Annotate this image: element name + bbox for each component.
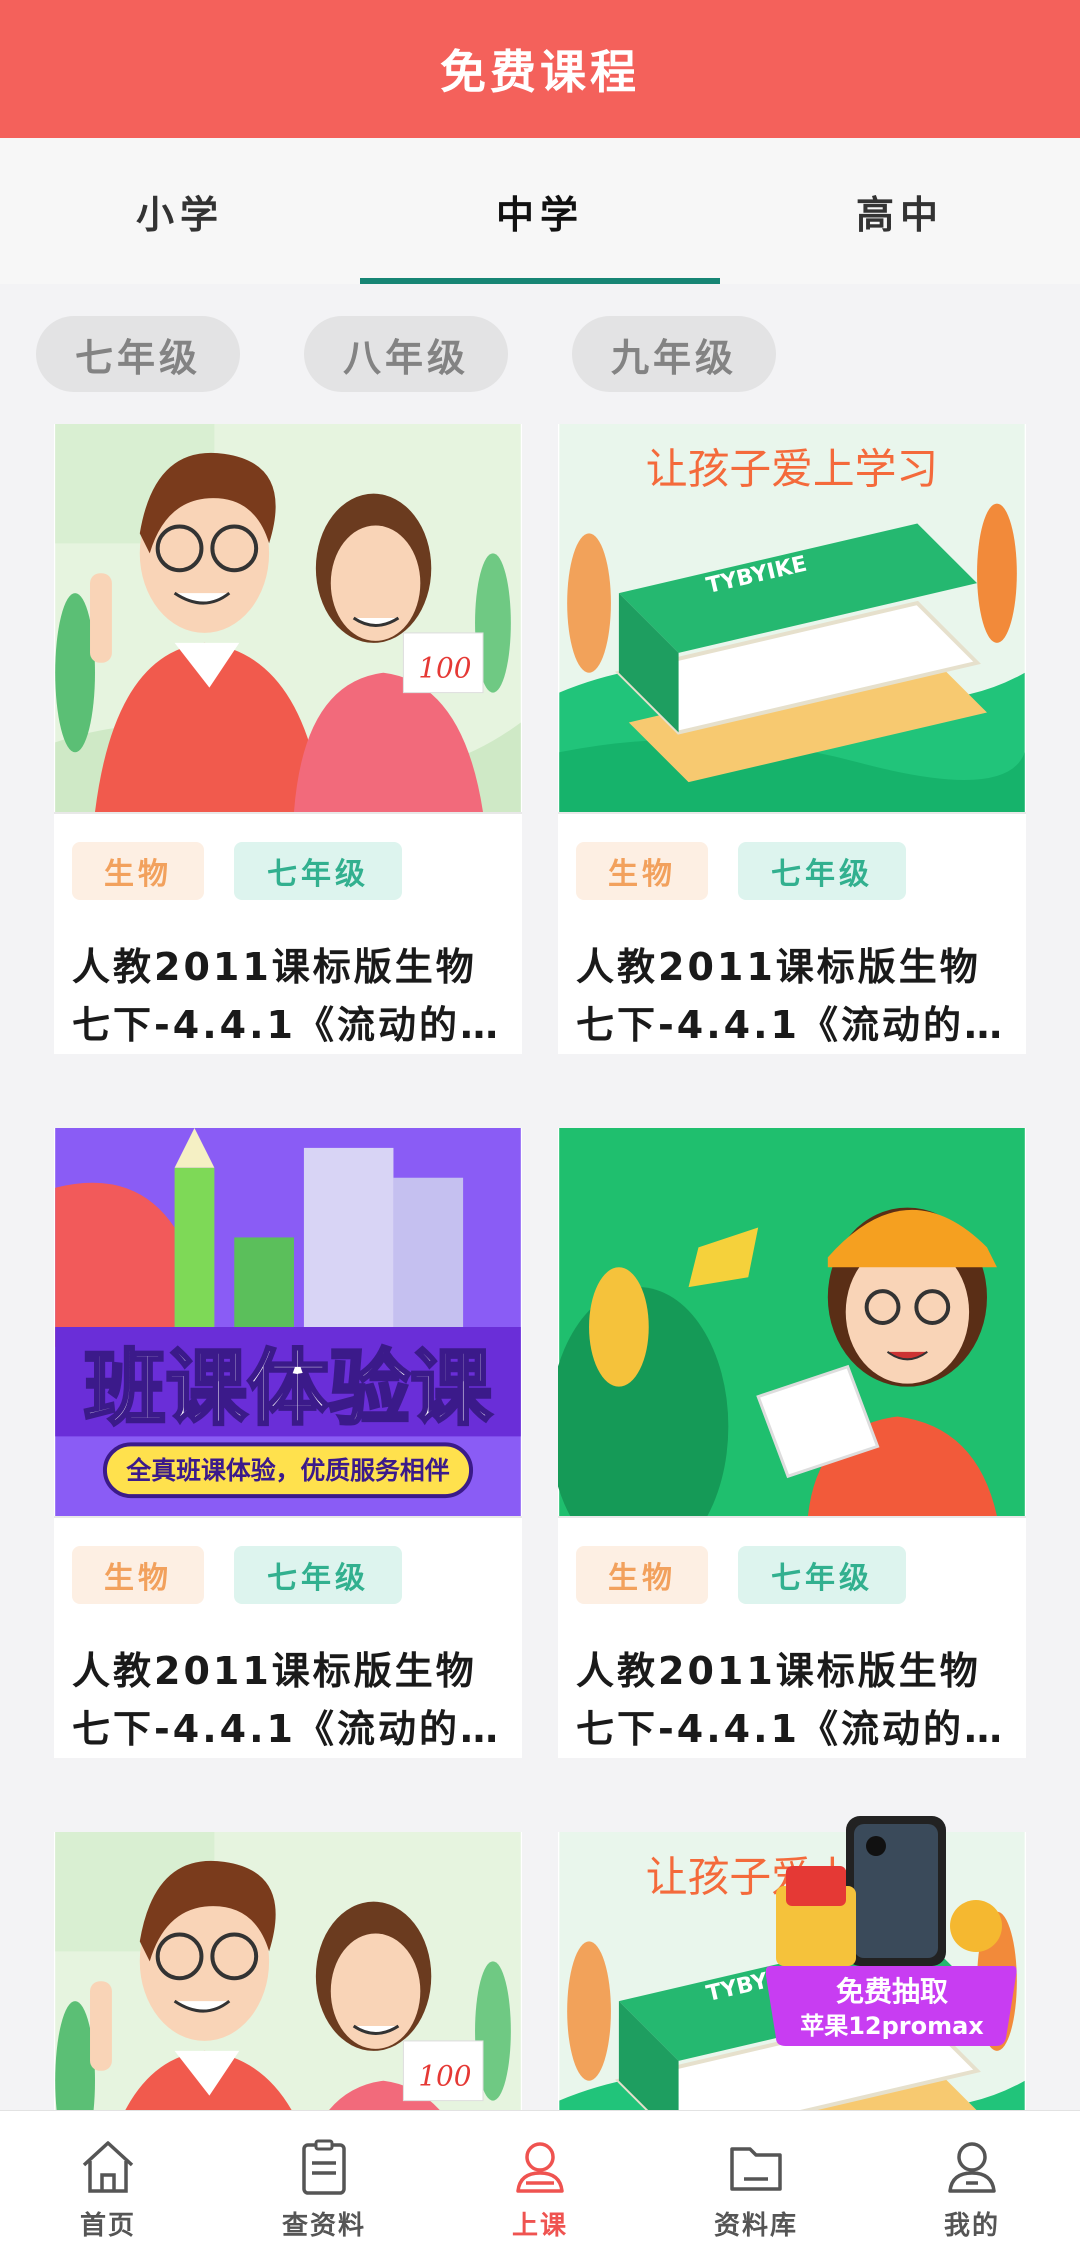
page-title: 免费课程 <box>440 45 640 99</box>
app-header: 免费课程 <box>0 0 1080 138</box>
course-card-5[interactable] <box>54 1832 522 2110</box>
promo-line2: 苹果12promax <box>800 2012 984 2040</box>
nav-item-mine[interactable]: 我的 <box>864 2111 1080 2247</box>
course-title-line2: 七下-4.4.1《流动的组织——血液》 <box>576 1707 1012 1751</box>
nav-item-library[interactable]: 资料库 <box>648 2111 864 2247</box>
course-title-line2: 七下-4.4.1《流动的组织——血液》 <box>72 1003 508 1047</box>
thumbnail-caption: 班课体验课 <box>84 1342 492 1437</box>
grade-tag: 七年级 <box>738 842 906 900</box>
course-title-line1: 人教2011课标版生物 <box>576 945 981 989</box>
course-card-4[interactable]: 生物 七年级 人教2011课标版生物 七下-4.4.1《流动的组织——血液》 <box>558 1128 1026 1758</box>
course-title-line2: 七下-4.4.1《流动的组织——血液》 <box>576 1003 1012 1047</box>
tab-middle[interactable]: 中学 <box>360 138 720 284</box>
stage-tabs: 小学 中学 高中 <box>0 138 1080 284</box>
grade-tag: 七年级 <box>234 1546 402 1604</box>
nav-item-home[interactable]: 首页 <box>0 2111 216 2247</box>
nav-item-search-materials[interactable]: 查资料 <box>216 2111 432 2247</box>
course-title-line1: 人教2011课标版生物 <box>576 1649 981 1693</box>
course-title: 人教2011课标版生物 七下-4.4.1《流动的组织——血液》 <box>54 1604 522 1758</box>
home-icon <box>82 2141 134 2193</box>
subject-tag: 生物 <box>72 842 204 900</box>
grade-chip-9[interactable]: 九年级 <box>572 316 776 392</box>
tab-primary[interactable]: 小学 <box>0 138 360 284</box>
thumbnail-subcaption: 全真班课体验，优质服务相伴 <box>125 1456 449 1485</box>
grade-tag: 七年级 <box>738 1546 906 1604</box>
course-thumbnail <box>54 1832 522 2110</box>
profile-icon <box>948 2142 996 2193</box>
course-thumbnail: 班课体验课 全真班课体验，优质服务相伴 <box>54 1128 522 1518</box>
course-title: 人教2011课标版生物 七下-4.4.1《流动的组织——血液》 <box>54 900 522 1054</box>
bottom-nav: 首页 查资料 上课 资料库 我的 <box>0 2110 1080 2247</box>
course-thumbnail <box>558 1128 1026 1518</box>
course-thumbnail <box>54 424 522 814</box>
grade-filter: 七年级 八年级 九年级 <box>36 316 776 392</box>
course-thumbnail: 让孩子爱上学习 <box>558 424 1026 814</box>
nav-label: 我的 <box>943 2211 1000 2241</box>
grade-chip-7[interactable]: 七年级 <box>36 316 240 392</box>
promo-line1: 免费抽取 <box>836 1975 948 2008</box>
nav-label: 资料库 <box>713 2211 798 2241</box>
clipboard-icon <box>302 2139 346 2195</box>
grade-chip-8[interactable]: 八年级 <box>304 316 508 392</box>
course-title: 人教2011课标版生物 七下-4.4.1《流动的组织——血液》 <box>558 900 1026 1054</box>
course-title: 人教2011课标版生物 七下-4.4.1《流动的组织——血液》 <box>558 1604 1026 1758</box>
folder-icon <box>730 2147 782 2191</box>
subject-tag: 生物 <box>576 842 708 900</box>
nav-item-class[interactable]: 上课 <box>432 2111 648 2247</box>
grade-tag: 七年级 <box>234 842 402 900</box>
course-title-line1: 人教2011课标版生物 <box>72 1649 477 1693</box>
course-title-line2: 七下-4.4.1《流动的组织——血液》 <box>72 1707 508 1751</box>
user-class-icon <box>516 2142 564 2193</box>
course-card-3[interactable]: 班课体验课 全真班课体验，优质服务相伴 生物 七年级 人教2011课标版生物 七… <box>54 1128 522 1758</box>
course-card-2[interactable]: 让孩子爱上学习 生物 七年级 人教2011课标版生物 七下-4.4.1《流动的组… <box>558 424 1026 1054</box>
thumbnail-caption: 让孩子爱上学习 <box>646 445 938 494</box>
course-title-line1: 人教2011课标版生物 <box>72 945 477 989</box>
subject-tag: 生物 <box>576 1546 708 1604</box>
course-card-1[interactable]: 生物 七年级 人教2011课标版生物 七下-4.4.1《流动的组织——血液》 <box>54 424 522 1054</box>
nav-label: 查资料 <box>281 2211 366 2241</box>
nav-label: 上课 <box>511 2211 568 2241</box>
lottery-promo-widget[interactable]: 免费抽取 苹果12promax <box>766 1816 1018 2048</box>
subject-tag: 生物 <box>72 1546 204 1604</box>
nav-label: 首页 <box>79 2211 136 2241</box>
tab-high[interactable]: 高中 <box>720 138 1080 284</box>
